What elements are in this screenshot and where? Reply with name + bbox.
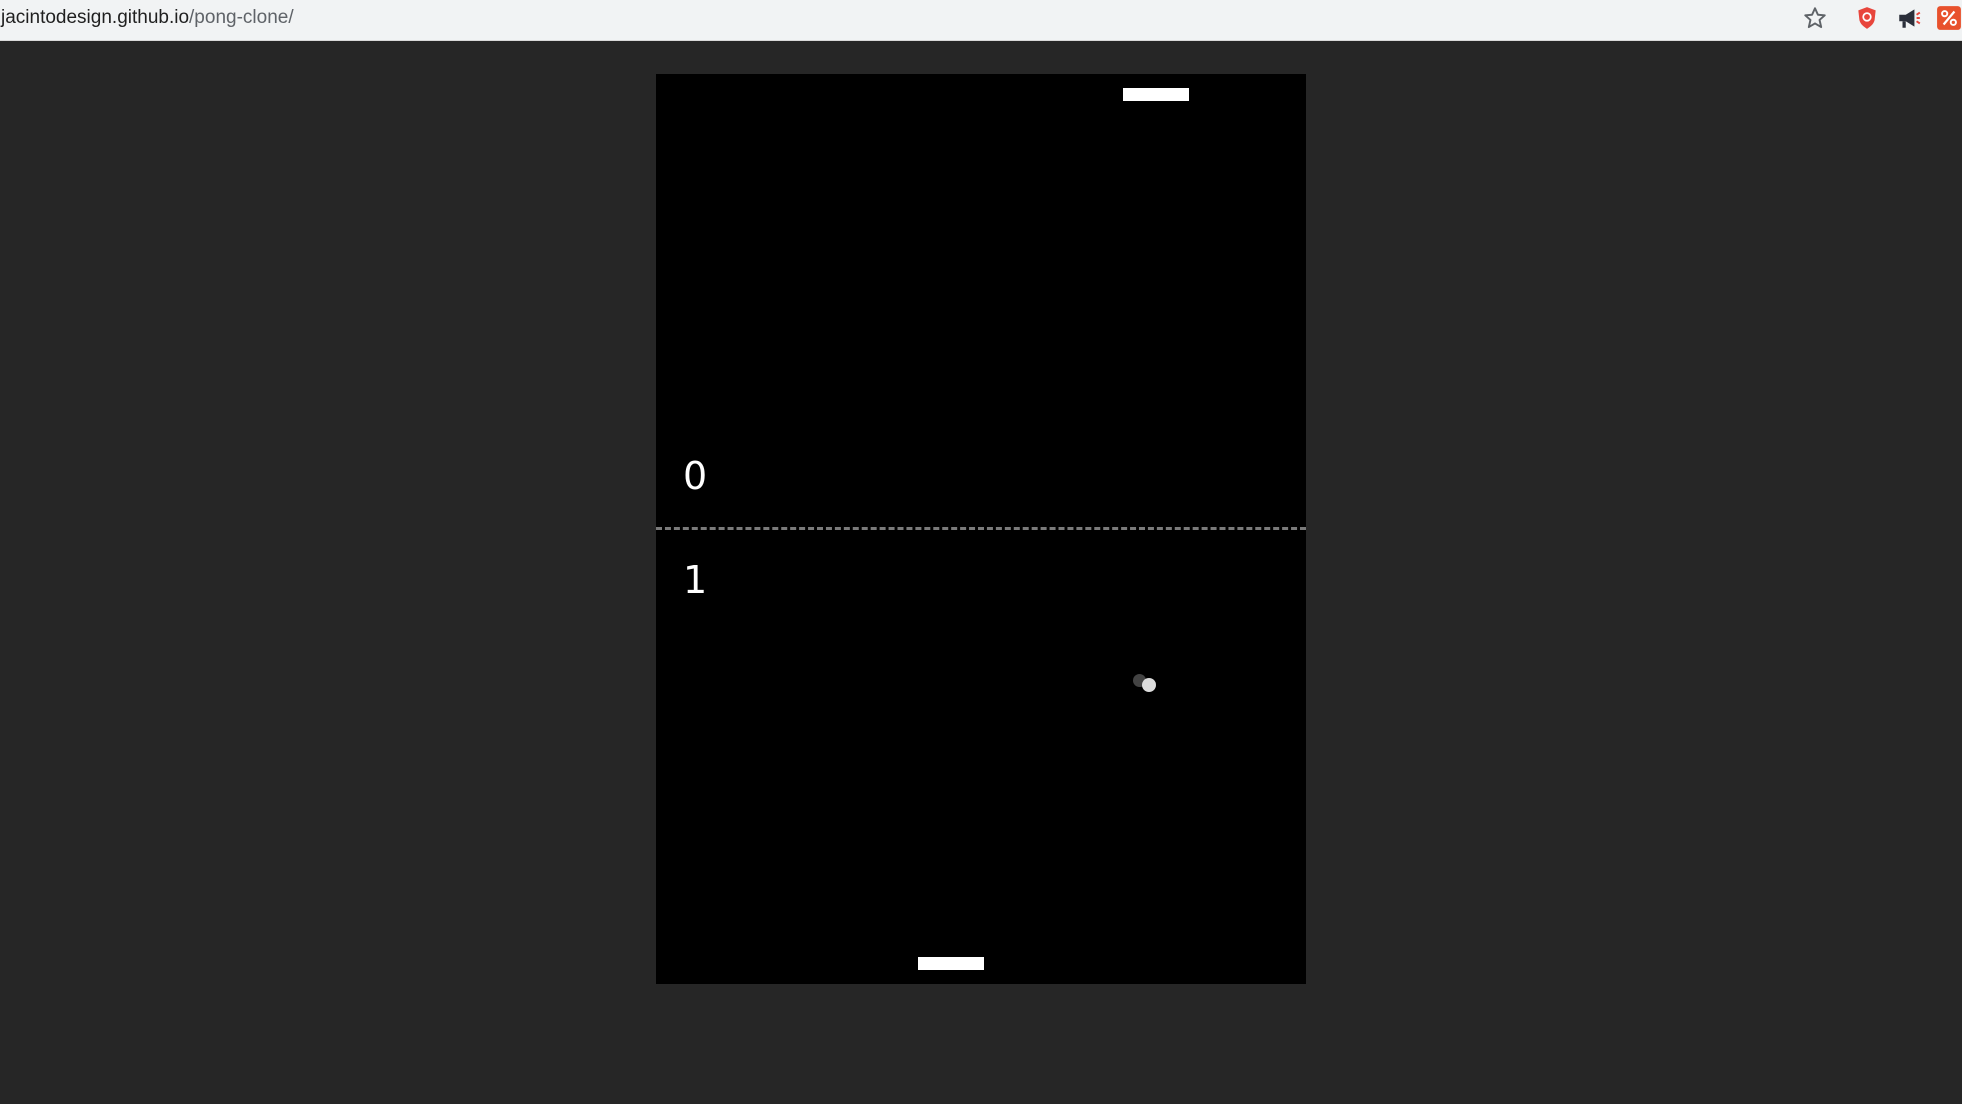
star-icon[interactable] (1802, 5, 1828, 31)
url-host: jacintodesign.github.io (1, 7, 190, 28)
paddle-top (1123, 88, 1189, 101)
browser-address-bar: jacintodesign.github.io/pong-clone/ (0, 0, 1962, 41)
url-path: /pong-clone/ (189, 7, 294, 28)
megaphone-extension-icon[interactable] (1896, 5, 1922, 31)
center-net-line (656, 527, 1306, 530)
shield-extension-icon[interactable] (1854, 5, 1880, 31)
url-field[interactable]: jacintodesign.github.io/pong-clone/ (1, 6, 294, 30)
paddle-bottom[interactable] (918, 957, 984, 970)
score-top-player: 0 (683, 454, 708, 498)
score-bottom-player: 1 (683, 558, 708, 602)
percent-extension-icon[interactable] (1936, 5, 1962, 31)
game-board[interactable]: 0 1 (656, 74, 1306, 984)
ball (1142, 678, 1156, 692)
